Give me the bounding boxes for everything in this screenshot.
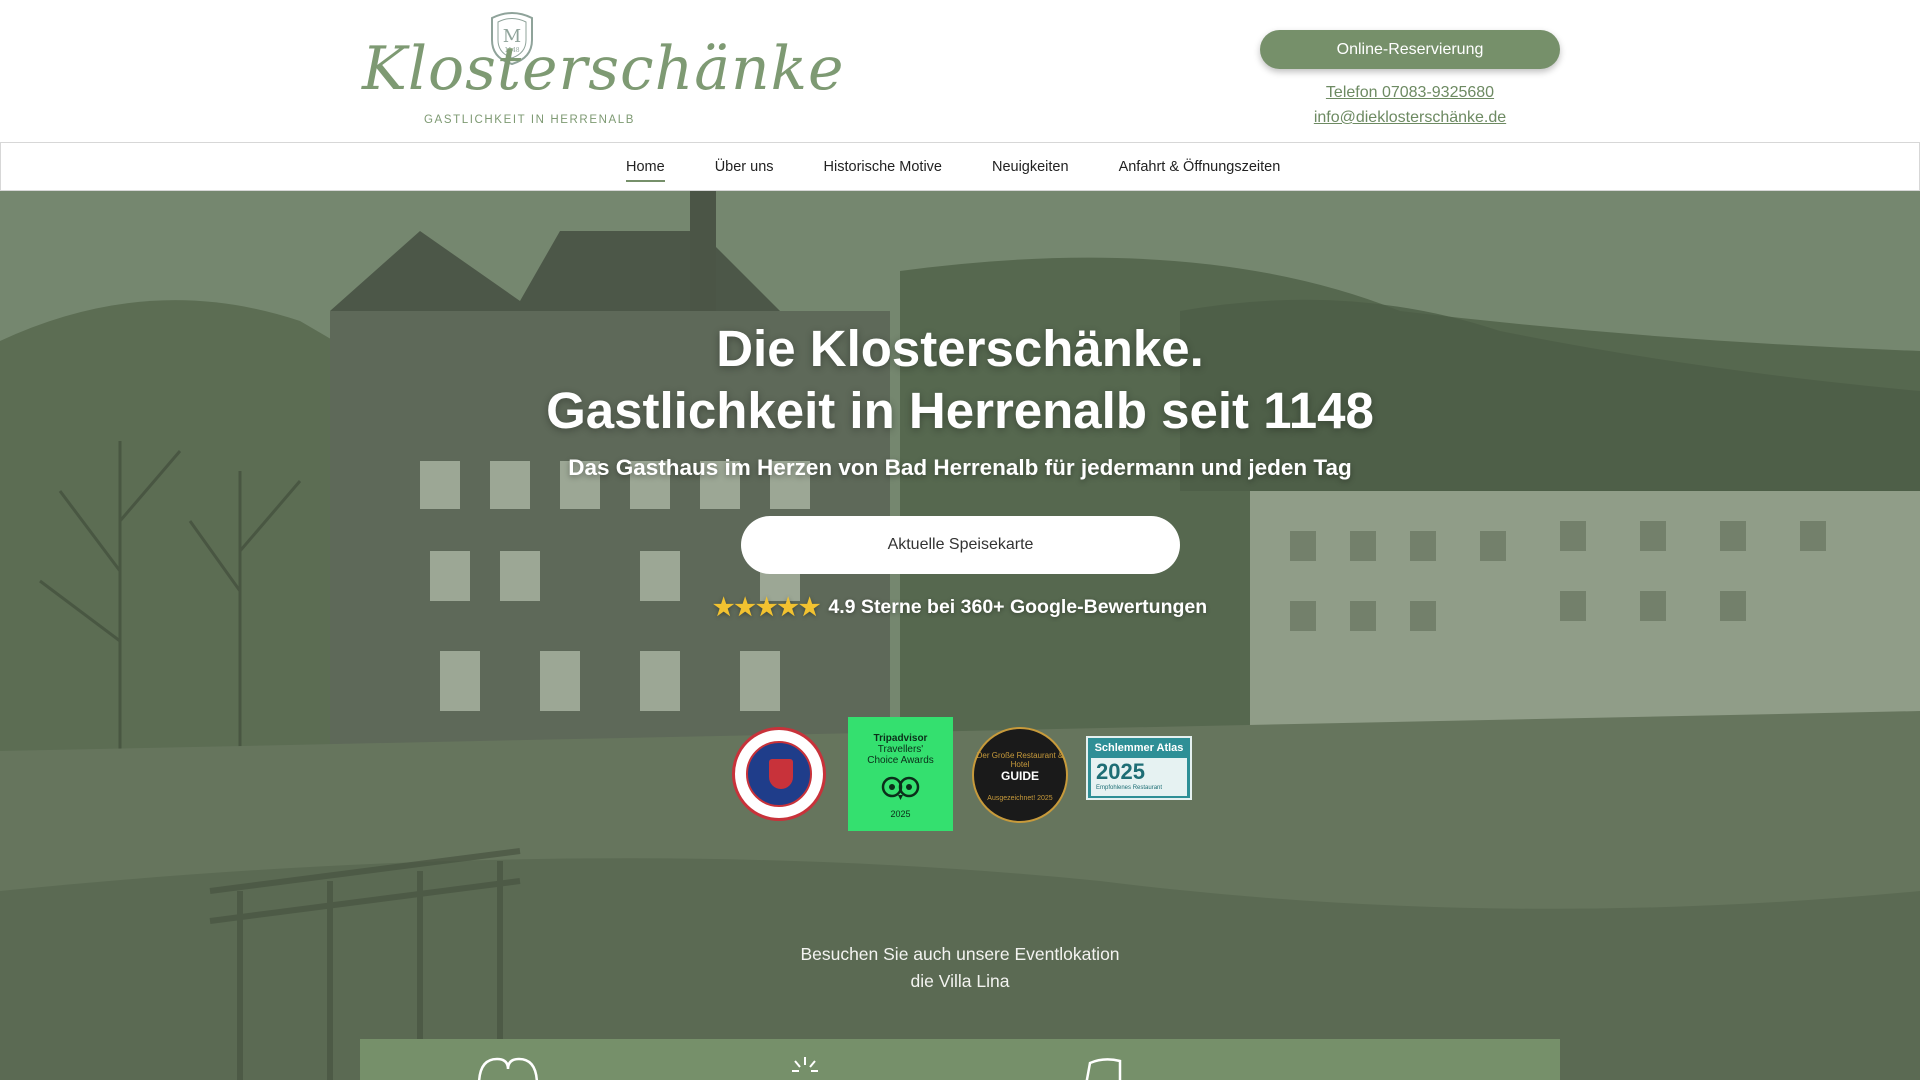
hero-subtitle: Das Gasthaus im Herzen von Bad Herrenalb… xyxy=(568,455,1352,480)
hero-title-line2: Gastlichkeit in Herrenalb seit 1148 xyxy=(546,382,1374,439)
logo-wordmark: Klosterschänke xyxy=(362,34,845,104)
schlemmer-year: 2025 xyxy=(1096,759,1145,784)
heart-icon xyxy=(477,1057,539,1080)
owl-icon xyxy=(881,776,920,800)
schlemmer-title: Schlemmer Atlas xyxy=(1094,742,1184,754)
feature-bar xyxy=(360,1039,1560,1080)
nav-item-historic-motifs[interactable]: Historische Motive xyxy=(824,159,942,175)
tripadvisor-label-2: Travellers' xyxy=(877,744,924,755)
chaine-des-rotisseurs-badge xyxy=(732,727,826,821)
nav-item-news[interactable]: Neuigkeiten xyxy=(992,159,1069,175)
email-link[interactable]: info@dieklosterschänke.de xyxy=(1260,105,1560,130)
tripadvisor-label: Tripadvisor xyxy=(873,733,928,744)
villa-line2: die Villa Lina xyxy=(910,971,1010,991)
phone-link[interactable]: Telefon 07083-9325680 xyxy=(1260,80,1560,105)
main-navigation: Home Über uns Historische Motive Neuigke… xyxy=(0,142,1920,191)
current-menu-button[interactable]: Aktuelle Speisekarte xyxy=(741,516,1180,574)
hero-section: Die Klosterschänke. Gastlichkeit in Herr… xyxy=(0,191,1920,1080)
nav-item-about[interactable]: Über uns xyxy=(715,159,774,175)
tripadvisor-year: 2025 xyxy=(890,809,911,819)
nav-item-directions-hours[interactable]: Anfahrt & Öffnungszeiten xyxy=(1119,159,1281,175)
tripadvisor-label-3: Choice Awards xyxy=(867,755,934,766)
google-rating: ★★★★★ 4.9 Sterne bei 360+ Google-Bewertu… xyxy=(0,593,1920,622)
award-badges: Tripadvisor Travellers' Choice Awards 20… xyxy=(732,717,1192,837)
hero-title-line1: Die Klosterschänke. xyxy=(716,320,1204,377)
guide-top-text: Der Große Restaurant & Hotel xyxy=(976,751,1064,769)
logo-subtitle: GASTLICHKEIT IN HERRENALB xyxy=(424,114,636,126)
logo[interactable]: M 1148 Klosterschänke GASTLICHKEIT IN HE… xyxy=(362,10,844,135)
star-icon: ★★★★★ xyxy=(712,594,821,621)
schlemmer-subtitle: Empfohlenes Restaurant xyxy=(1096,785,1163,791)
guide-main-text: GUIDE xyxy=(1000,769,1039,783)
contact-info: Telefon 07083-9325680 info@dieklostersch… xyxy=(1260,80,1560,130)
guide-bottom-text: Ausgezeichnet! 2025 xyxy=(987,795,1053,802)
site-header: M 1148 Klosterschänke GASTLICHKEIT IN HE… xyxy=(0,0,1920,142)
schlemmer-atlas-badge: Schlemmer Atlas 2025 Empfohlenes Restaur… xyxy=(1086,736,1192,800)
restaurant-guide-badge: Der Große Restaurant & Hotel GUIDE Ausge… xyxy=(972,727,1068,823)
tripadvisor-award-badge: Tripadvisor Travellers' Choice Awards 20… xyxy=(848,717,953,831)
book-icon xyxy=(1085,1058,1122,1080)
sun-icon xyxy=(792,1057,818,1072)
nav-items: Home Über uns Historische Motive Neuigke… xyxy=(626,143,1280,190)
hero-title: Die Klosterschänke. Gastlichkeit in Herr… xyxy=(0,318,1920,442)
online-reservation-button[interactable]: Online-Reservierung xyxy=(1260,30,1560,69)
villa-lina-link[interactable]: Besuchen Sie auch unsere Eventlokation d… xyxy=(0,941,1920,995)
nav-item-home[interactable]: Home xyxy=(626,159,665,182)
rating-text: 4.9 Sterne bei 360+ Google-Bewertungen xyxy=(828,596,1208,618)
villa-line1: Besuchen Sie auch unsere Eventlokation xyxy=(800,944,1120,964)
